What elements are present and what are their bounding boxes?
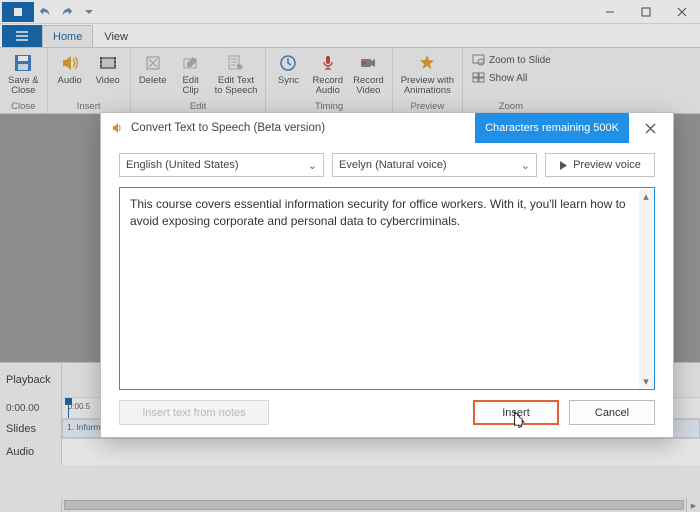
language-value: English (United States): [126, 159, 239, 171]
convert-tts-dialog: Convert Text to Speech (Beta version) Ch…: [100, 112, 674, 438]
scroll-up-arrow[interactable]: ▴: [639, 189, 653, 203]
language-dropdown[interactable]: English (United States) ⌄: [119, 153, 324, 177]
dialog-titlebar: Convert Text to Speech (Beta version) Ch…: [101, 113, 673, 143]
tts-logo-icon: [109, 120, 125, 136]
play-icon: [559, 161, 568, 170]
voice-dropdown[interactable]: Evelyn (Natural voice) ⌄: [332, 153, 537, 177]
tts-textarea[interactable]: [120, 188, 654, 389]
chevron-down-icon: ⌄: [308, 159, 317, 172]
preview-voice-label: Preview voice: [573, 159, 641, 171]
tts-text-wrap: ▴ ▾: [119, 187, 655, 390]
dialog-title: Convert Text to Speech (Beta version): [131, 122, 475, 134]
insert-button[interactable]: Insert: [473, 400, 559, 425]
cancel-button[interactable]: Cancel: [569, 400, 655, 425]
scroll-down-arrow[interactable]: ▾: [639, 374, 653, 388]
textarea-scrollbar[interactable]: ▴ ▾: [639, 189, 653, 388]
insert-from-notes-button: Insert text from notes: [119, 400, 269, 425]
chars-remaining-badge: Characters remaining 500K: [475, 113, 629, 143]
chevron-down-icon: ⌄: [521, 159, 530, 172]
voice-value: Evelyn (Natural voice): [339, 159, 447, 171]
preview-voice-button[interactable]: Preview voice: [545, 153, 655, 177]
dialog-close-button[interactable]: [635, 113, 665, 143]
